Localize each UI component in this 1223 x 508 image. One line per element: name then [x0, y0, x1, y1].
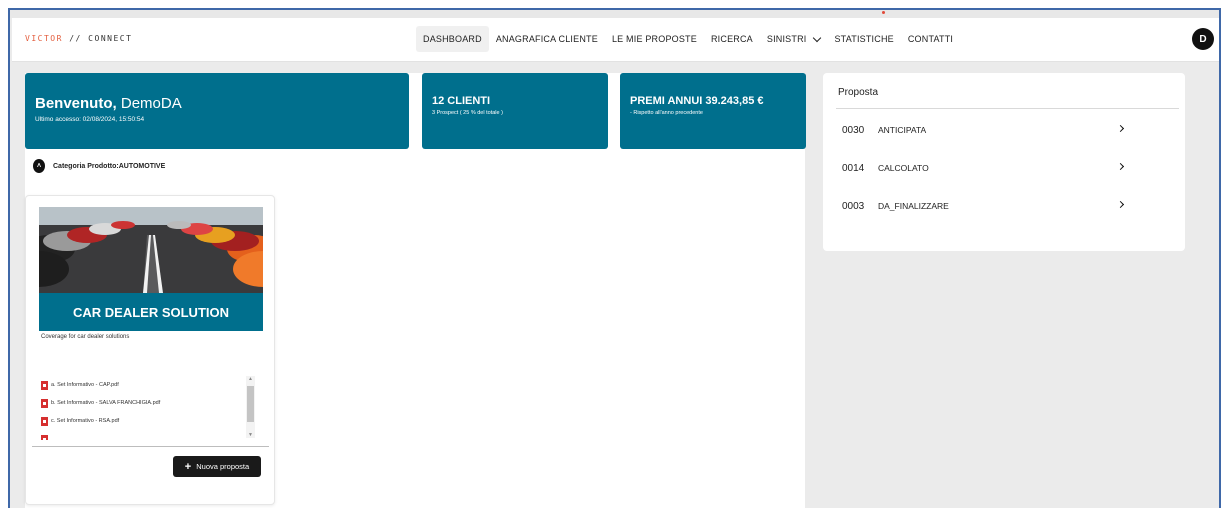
navbar: VICTOR // CONNECT DASHBOARD ANAGRAFICA C… — [12, 18, 1219, 62]
chevron-right-icon — [1116, 124, 1125, 133]
category-row: ˄ Categoria Prodotto:AUTOMOTIVE — [33, 159, 165, 173]
proposal-row[interactable]: 0003 DA_FINALIZZARE — [842, 199, 1132, 213]
main-nav: DASHBOARD ANAGRAFICA CLIENTE LE MIE PROP… — [416, 26, 960, 52]
proposal-row[interactable]: 0014 CALCOLATO — [842, 161, 1132, 175]
document-scrollbar[interactable]: ▲ ▼ — [246, 376, 255, 438]
document-item[interactable]: b. Set Informativo - SALVA FRANCHIGIA.pd… — [41, 394, 256, 412]
proposal-status: ANTICIPATA — [878, 125, 927, 135]
product-card: CAR DEALER SOLUTION Coverage for car dea… — [25, 195, 275, 505]
card-divider — [32, 446, 269, 447]
user-avatar[interactable]: D — [1192, 28, 1214, 50]
nav-label: ANAGRAFICA CLIENTE — [495, 34, 598, 44]
product-banner: CAR DEALER SOLUTION — [39, 293, 263, 331]
new-proposal-label: Nuova proposta — [196, 462, 250, 471]
app-frame: VICTOR // CONNECT DASHBOARD ANAGRAFICA C… — [8, 8, 1221, 508]
proposal-number: 0014 — [842, 162, 865, 174]
chevron-up-circle-icon[interactable]: ˄ — [33, 159, 45, 173]
clients-sub: 3 Prospect ( 25 % del totale ) — [432, 110, 503, 116]
nav-label: LE MIE PROPOSTE — [611, 34, 697, 44]
clients-tile[interactable]: 12 CLIENTI 3 Prospect ( 25 % del totale … — [422, 73, 608, 149]
pdf-icon — [41, 398, 48, 408]
nav-label: DASHBOARD — [423, 34, 482, 44]
logo-prefix: VICTOR — [25, 34, 63, 43]
premi-title: PREMI ANNUI 39.243,85 € — [630, 95, 764, 107]
pdf-icon — [41, 416, 48, 426]
scroll-up-icon[interactable]: ▲ — [248, 376, 253, 382]
proposal-status: DA_FINALIZZARE — [878, 201, 949, 211]
chevron-right-icon — [1116, 200, 1125, 209]
chevron-right-icon — [1116, 162, 1125, 171]
welcome-user: DemoDA — [120, 95, 182, 112]
nav-label: STATISTICHE — [834, 34, 894, 44]
document-name: b. Set Informativo - SALVA FRANCHIGIA.pd… — [51, 400, 161, 406]
document-name: c. Set Informativo - RSA.pdf — [51, 418, 120, 424]
document-item[interactable]: c. Set Informativo - RSA.pdf — [41, 412, 256, 430]
scroll-down-icon[interactable]: ▼ — [248, 432, 253, 438]
chevron-down-icon — [813, 33, 822, 42]
nav-ricerca[interactable]: RICERCA — [704, 26, 760, 52]
car-lot-illustration — [39, 207, 263, 293]
nav-label: RICERCA — [710, 34, 753, 44]
pdf-icon — [41, 380, 48, 390]
proposals-title: Proposta — [838, 87, 879, 98]
plus-icon: + — [184, 460, 192, 473]
logo-suffix: // CONNECT — [69, 34, 133, 43]
welcome-tile: Benvenuto, DemoDA Ultimo accesso: 02/08/… — [25, 73, 409, 149]
nav-sinistri[interactable]: SINISTRI — [760, 26, 828, 52]
clients-title: 12 CLIENTI — [432, 95, 491, 107]
last-access: Ultimo accesso: 02/08/2024, 15:50:54 — [35, 116, 145, 123]
main-content: Benvenuto, DemoDA Ultimo accesso: 02/08/… — [25, 73, 806, 508]
proposal-status: CALCOLATO — [878, 163, 929, 173]
pdf-icon — [41, 434, 48, 440]
scroll-thumb[interactable] — [247, 386, 254, 422]
proposal-number: 0003 — [842, 200, 865, 212]
nav-label: SINISTRI — [766, 34, 807, 44]
category-label: Categoria Prodotto:AUTOMOTIVE — [53, 162, 166, 170]
nav-le-mie-proposte[interactable]: LE MIE PROPOSTE — [605, 26, 704, 52]
document-list: a. Set Informativo - CAP.pdf b. Set Info… — [41, 376, 256, 440]
product-description: Coverage for car dealer solutions — [41, 334, 130, 340]
welcome-heading: Benvenuto, DemoDA — [35, 95, 399, 112]
proposals-divider — [836, 108, 1179, 109]
app-logo[interactable]: VICTOR // CONNECT — [25, 34, 132, 43]
proposals-panel: Proposta 0030 ANTICIPATA 0014 CALCOLATO … — [823, 73, 1185, 251]
proposal-row[interactable]: 0030 ANTICIPATA — [842, 123, 1132, 137]
nav-label: CONTATTI — [907, 34, 954, 44]
nav-anagrafica-cliente[interactable]: ANAGRAFICA CLIENTE — [489, 26, 605, 52]
document-item[interactable]: a. Set Informativo - CAP.pdf — [41, 376, 256, 394]
new-proposal-button[interactable]: + Nuova proposta — [173, 456, 261, 477]
premi-tile[interactable]: PREMI ANNUI 39.243,85 € - Rispetto all'a… — [620, 73, 806, 149]
car-dealer-image — [39, 207, 263, 293]
document-item-partial[interactable] — [41, 430, 256, 440]
proposal-number: 0030 — [842, 124, 865, 136]
top-strip — [10, 10, 1219, 18]
nav-dashboard[interactable]: DASHBOARD — [416, 26, 489, 52]
welcome-greeting: Benvenuto, — [35, 95, 117, 112]
nav-contatti[interactable]: CONTATTI — [901, 26, 960, 52]
premi-sub: - Rispetto all'anno precedente — [630, 110, 703, 116]
indicator-dot — [882, 11, 885, 14]
nav-statistiche[interactable]: STATISTICHE — [827, 26, 900, 52]
document-name: a. Set Informativo - CAP.pdf — [51, 382, 119, 388]
